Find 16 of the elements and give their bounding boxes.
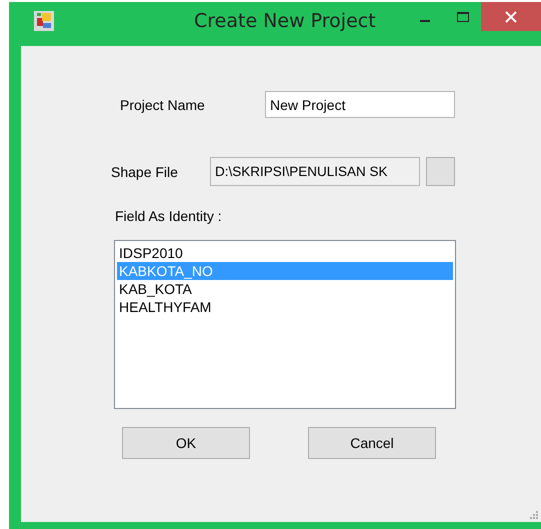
list-label: Field As Identity : xyxy=(115,208,222,224)
resize-grip-icon xyxy=(530,511,539,520)
window-title: Create New Project xyxy=(194,10,376,32)
app-icon xyxy=(34,11,54,31)
ok-button[interactable]: OK xyxy=(122,427,250,459)
field-label: Project Name xyxy=(120,96,206,112)
close-button[interactable] xyxy=(481,2,541,31)
project-name-field[interactable]: New Project xyxy=(265,91,455,118)
list-item[interactable]: HEALTHYFAM xyxy=(117,298,453,316)
field-label: Shape File xyxy=(111,164,179,180)
shape-file-field[interactable]: D:\SKRIPSI\PENULISAN SK xyxy=(210,157,420,186)
maximize-icon[interactable] xyxy=(456,10,470,22)
list-item[interactable]: IDSP2010 xyxy=(117,244,453,262)
close-icon xyxy=(504,10,518,24)
list-item[interactable]: KAB_KOTA xyxy=(117,280,453,298)
cancel-button[interactable]: Cancel xyxy=(308,427,436,459)
